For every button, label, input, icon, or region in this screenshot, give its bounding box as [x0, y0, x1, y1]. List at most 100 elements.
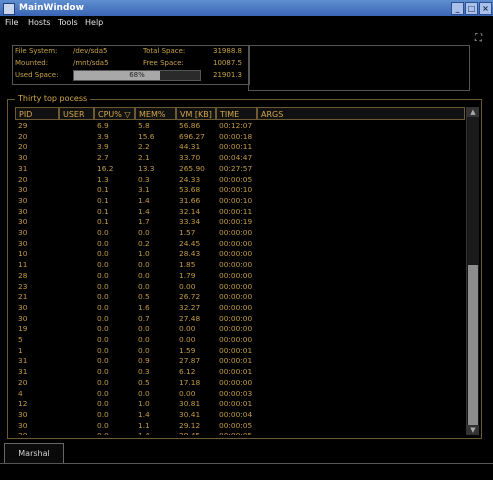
- col-mem[interactable]: MEM%: [135, 107, 176, 120]
- cell-time: 00:00:00: [219, 238, 253, 248]
- cell-pid: 30: [18, 238, 28, 248]
- table-row[interactable]: 21 0.0 0.5 26.72 00:00:00: [15, 292, 465, 303]
- table-row[interactable]: 19 0.0 0.0 0.00 00:00:00: [15, 324, 465, 335]
- col-user[interactable]: USER: [59, 107, 94, 120]
- cell-cpu: 0.0: [97, 281, 109, 291]
- table-row[interactable]: 29 6.9 5.8 56.86 00:12:07: [15, 121, 465, 132]
- table-row[interactable]: 30 0.0 0.0 1.57 00:00:00: [15, 228, 465, 239]
- cell-pid: 19: [18, 324, 28, 334]
- divider: [0, 463, 493, 464]
- table-row[interactable]: 12 0.0 1.0 30.81 00:00:01: [15, 399, 465, 410]
- cell-pid: 30: [18, 153, 28, 163]
- process-table: PID USER CPU% ▽ MEM% VM [KB] TIME ARGS 2…: [15, 107, 465, 435]
- table-row[interactable]: 30 0.0 1.6 32.27 00:00:00: [15, 303, 465, 314]
- cell-vm: 30.41: [179, 409, 201, 419]
- cell-vm: 1.59: [179, 345, 196, 355]
- cell-time: 00:00:10: [219, 185, 253, 195]
- tab-marshal[interactable]: Marshal: [4, 443, 64, 464]
- cell-cpu: 0.0: [97, 335, 109, 344]
- cell-time: 00:00:01: [219, 356, 253, 366]
- menu-hosts[interactable]: Hosts: [28, 18, 50, 27]
- cell-mem: 2.2: [138, 142, 150, 152]
- menu-help[interactable]: Help: [85, 18, 103, 27]
- table-row[interactable]: 4 0.0 0.0 0.00 00:00:03: [15, 389, 465, 400]
- cell-mem: 15.6: [138, 131, 155, 141]
- cell-mem: 0.5: [138, 292, 150, 302]
- cell-pid: 20: [18, 377, 28, 387]
- cell-mem: 1.0: [138, 399, 150, 409]
- cell-vm: 33.70: [179, 153, 201, 163]
- cell-cpu: 0.1: [97, 195, 109, 205]
- cell-vm: 6.12: [179, 367, 196, 377]
- col-args[interactable]: ARGS: [257, 107, 465, 120]
- menu-tools[interactable]: Tools: [58, 18, 78, 27]
- cell-time: 00:00:00: [219, 313, 253, 323]
- table-row[interactable]: 30 0.1 1.4 32.14 00:00:11: [15, 207, 465, 218]
- cell-vm: 28.43: [179, 249, 201, 259]
- cell-pid: 31: [18, 356, 28, 366]
- used-space-bar: 68%: [73, 70, 201, 81]
- maximize-button[interactable]: □: [465, 2, 478, 15]
- scroll-thumb[interactable]: [468, 265, 478, 425]
- menu-file[interactable]: File: [5, 18, 18, 27]
- cell-cpu: 0.0: [97, 377, 109, 387]
- cell-pid: 30: [18, 228, 28, 237]
- scroll-down-icon[interactable]: ▼: [467, 425, 479, 435]
- table-row[interactable]: 30 0.0 0.7 27.48 00:00:00: [15, 314, 465, 325]
- table-row[interactable]: 30 0.1 1.7 33.34 00:00:19: [15, 217, 465, 228]
- cell-mem: 1.4: [138, 409, 150, 419]
- table-row[interactable]: 30 2.7 2.1 33.70 00:04:47: [15, 153, 465, 164]
- col-time[interactable]: TIME: [216, 107, 257, 120]
- table-row[interactable]: 30 0.01.429.4500:00:05: [15, 431, 465, 435]
- cell-pid: 20: [18, 131, 28, 141]
- cell-vm: 1.79: [179, 270, 196, 280]
- cell-mem: 0.9: [138, 356, 150, 366]
- fs-free-value: 10087.5: [213, 59, 242, 67]
- table-row[interactable]: 20 1.3 0.3 24.33 00:00:05: [15, 175, 465, 186]
- table-row[interactable]: 31 0.0 0.9 27.87 00:00:01: [15, 356, 465, 367]
- table-row[interactable]: 20 3.9 2.2 44.31 00:00:11: [15, 142, 465, 153]
- cell-pid: 11: [18, 260, 28, 270]
- table-row[interactable]: 20 3.9 15.6 696.27 00:00:18: [15, 132, 465, 143]
- title-bar: MainWindow _ □ ×: [0, 0, 493, 16]
- cell-cpu: 0.0: [97, 324, 109, 334]
- table-row[interactable]: 5 0.0 0.0 0.00 00:00:00: [15, 335, 465, 346]
- scroll-up-icon[interactable]: ▲: [467, 107, 479, 117]
- cell-vm: 265.90: [179, 163, 205, 173]
- col-cpu[interactable]: CPU% ▽: [94, 107, 135, 120]
- vertical-scrollbar[interactable]: ▲ ▼: [466, 107, 479, 435]
- table-row[interactable]: 23 0.0 0.0 0.00 00:00:00: [15, 282, 465, 293]
- table-row[interactable]: 30 0.1 3.1 53.68 00:00:10: [15, 185, 465, 196]
- table-row[interactable]: 30 0.0 1.1 29.12 00:00:05: [15, 421, 465, 432]
- cell-time: 00:00:00: [219, 270, 253, 280]
- table-row[interactable]: 20 0.0 0.5 17.18 00:00:00: [15, 378, 465, 389]
- cell-time: 00:00:19: [219, 217, 253, 227]
- table-row[interactable]: 30 0.1 1.4 31.66 00:00:10: [15, 196, 465, 207]
- cell-pid: 30: [18, 185, 28, 195]
- table-row[interactable]: 1 0.0 0.0 1.59 00:00:01: [15, 346, 465, 357]
- table-row[interactable]: 30 0.0 0.2 24.45 00:00:00: [15, 239, 465, 250]
- table-row[interactable]: 28 0.0 0.0 1.79 00:00:00: [15, 271, 465, 282]
- minimize-button[interactable]: _: [451, 2, 464, 15]
- cell-pid: 30: [18, 313, 28, 323]
- cell-cpu: 0.0: [97, 367, 109, 377]
- table-row[interactable]: 11 0.0 0.0 1.85 00:00:00: [15, 260, 465, 271]
- sort-down-icon: ▽: [124, 110, 131, 119]
- col-pid[interactable]: PID: [15, 107, 59, 120]
- cell-pid: 21: [18, 292, 28, 302]
- table-row[interactable]: 30 0.0 1.4 30.41 00:00:04: [15, 410, 465, 421]
- cell-cpu: 0.0: [97, 420, 109, 430]
- app-icon: [3, 3, 15, 15]
- fullscreen-icon[interactable]: ⛶: [475, 33, 482, 44]
- cell-mem: 0.7: [138, 313, 150, 323]
- cell-vm: 27.48: [179, 313, 201, 323]
- col-vm[interactable]: VM [KB]: [176, 107, 216, 120]
- cell-vm: 56.86: [179, 121, 201, 130]
- cell-vm: 17.18: [179, 377, 201, 387]
- cell-time: 00:00:00: [219, 249, 253, 259]
- cell-time: 00:00:01: [219, 367, 253, 377]
- close-button[interactable]: ×: [479, 2, 492, 15]
- table-row[interactable]: 31 16.2 13.3 265.90 00:27:57: [15, 164, 465, 175]
- table-row[interactable]: 31 0.0 0.3 6.12 00:00:01: [15, 367, 465, 378]
- table-row[interactable]: 10 0.0 1.0 28.43 00:00:00: [15, 249, 465, 260]
